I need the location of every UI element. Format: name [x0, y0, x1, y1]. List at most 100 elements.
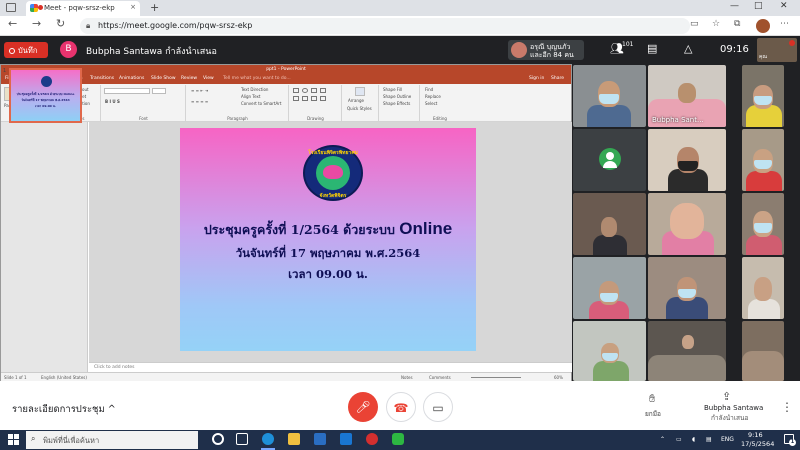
more-options-icon[interactable]: ⋮ [781, 400, 793, 414]
profile-avatar[interactable] [756, 19, 770, 33]
slide-thumbnail-1[interactable]: ประชุมครูครั้งที่ 1/2564 ด้วยระบบ Online… [9, 68, 82, 123]
ppt-share[interactable]: Share [551, 76, 564, 81]
shape-rect-icon[interactable] [293, 88, 299, 93]
raise-hand-icon[interactable]: ✋︎ [649, 392, 655, 406]
participant-tile[interactable] [573, 321, 646, 381]
notification-center-icon[interactable]: 1 [784, 434, 796, 446]
participant-tile[interactable] [573, 129, 646, 191]
status-comments-button[interactable]: Comments [429, 375, 451, 380]
notes-pane[interactable]: Click to add notes [89, 362, 572, 372]
minimize-button[interactable]: — [730, 1, 739, 11]
mic-toggle-button[interactable]: 🎤︎ [348, 392, 378, 422]
font-size-box[interactable] [152, 88, 166, 94]
ppt-sign-in[interactable]: Sign in [529, 76, 544, 81]
close-window-button[interactable]: ✕ [780, 1, 788, 11]
arrange-icon[interactable] [355, 87, 365, 96]
tray-network-icon[interactable]: ▭ [676, 436, 682, 443]
raise-hand-label[interactable]: ยกมือ [645, 409, 661, 419]
ppt-tab-view[interactable]: View [203, 76, 214, 81]
participant-tile[interactable] [648, 321, 726, 381]
participant-tile[interactable] [648, 193, 726, 255]
presenter-name[interactable]: Bubpha Santawa [704, 404, 763, 412]
camera-toggle-button[interactable]: ▭ [423, 392, 453, 422]
cortana-icon[interactable] [212, 433, 224, 445]
align-buttons[interactable]: ≡ ≡ ≡ ≡ [191, 99, 208, 104]
participant-tile[interactable] [648, 129, 726, 191]
text-direction-button[interactable]: Text Direction [241, 87, 268, 92]
back-arrow-icon[interactable]: ← [8, 17, 17, 30]
convert-smartart-button[interactable]: Convert to SmartArt [241, 101, 281, 106]
taskbar-date[interactable]: 17/5/2564 [741, 440, 774, 448]
reload-icon[interactable]: ↻ [56, 17, 65, 30]
zoom-slider[interactable] [471, 377, 521, 378]
bold-button[interactable]: B I U S [105, 99, 120, 104]
ppt-tab-animations[interactable]: Animations [119, 76, 144, 81]
task-view-icon[interactable] [236, 433, 248, 445]
shape-line-icon[interactable] [311, 88, 317, 93]
camera-permission-icon[interactable]: ▭ [690, 19, 699, 29]
bookmark-star-icon[interactable]: ☆ [712, 19, 720, 29]
new-tab-button[interactable]: + [150, 1, 159, 14]
edge-browser-icon[interactable] [262, 433, 274, 445]
address-bar[interactable]: 🔒︎ https://meet.google.com/pqw-srsz-ekp [80, 18, 690, 34]
collections-icon[interactable]: ⧉ [734, 19, 740, 29]
select-button[interactable]: Select [425, 101, 437, 106]
input-language[interactable]: ENG [721, 436, 734, 443]
shape-star-icon[interactable] [311, 96, 317, 101]
taskbar-time[interactable]: 9:16 [748, 431, 763, 439]
shape-triangle-icon[interactable] [293, 96, 299, 101]
replace-button[interactable]: Replace [425, 94, 441, 99]
leave-call-button[interactable]: ☎︎ [386, 392, 416, 422]
taskbar-search-box[interactable]: ⌕ พิมพ์ที่นี่เพื่อค้นหา [26, 431, 198, 449]
participant-tile[interactable] [573, 65, 646, 127]
window-menu-icon[interactable] [6, 3, 16, 12]
ppt-tab-slideshow[interactable]: Slide Show [151, 76, 176, 81]
tray-volume-icon[interactable]: ◖ [692, 436, 695, 443]
shape-fill-button[interactable]: Shape Fill [383, 87, 402, 92]
windows-start-icon[interactable] [8, 434, 19, 445]
line-app-icon[interactable] [392, 433, 404, 445]
store-icon[interactable] [314, 433, 326, 445]
quick-styles-button[interactable]: Quick Styles [347, 106, 372, 111]
self-view-thumbnail[interactable]: คุณ [757, 38, 797, 62]
shape-outline-button[interactable]: Shape Outline [383, 94, 411, 99]
participant-tile[interactable] [742, 257, 784, 319]
tray-keyboard-icon[interactable]: ▤ [706, 436, 712, 443]
participant-tile[interactable] [742, 193, 784, 255]
participant-tile[interactable] [742, 321, 784, 381]
participant-tile[interactable] [573, 193, 646, 255]
participant-tile[interactable] [573, 257, 646, 319]
ppt-tab-transitions[interactable]: Transitions [90, 76, 114, 81]
shape-oval-icon[interactable] [302, 88, 308, 93]
bullets-button[interactable]: ≡ ≡ ⇤ ⇥ [191, 88, 208, 93]
file-explorer-icon[interactable] [288, 433, 300, 445]
find-button[interactable]: Find [425, 87, 433, 92]
ppt-tab-review[interactable]: Review [181, 76, 197, 81]
status-notes-button[interactable]: Notes [401, 375, 413, 380]
font-name-box[interactable] [104, 88, 150, 94]
tray-people-icon[interactable]: ⌃ [660, 436, 665, 443]
current-slide[interactable]: โรงเรียนพิจิตรพิทยาคม จังหวัดพิจิตร ประช… [180, 128, 476, 351]
participant-tile[interactable] [742, 65, 784, 127]
shape-effects-button[interactable]: Shape Effects [383, 101, 410, 106]
shape-brace-icon[interactable] [302, 96, 308, 101]
align-text-button[interactable]: Align Text [241, 94, 260, 99]
present-screen-icon[interactable]: ⇪ [722, 390, 731, 403]
meeting-details-button[interactable]: รายละเอียดการประชุม ^ [12, 402, 116, 417]
chat-icon[interactable]: ▤ [647, 42, 657, 55]
more-menu-icon[interactable]: ⋯ [780, 19, 789, 29]
browser-tab-meet[interactable]: Meet - pqw-srsz-ekp × [26, 1, 140, 16]
arrange-button[interactable]: Arrange [348, 98, 364, 103]
shape-arrow-icon[interactable] [320, 88, 326, 93]
joiners-notification[interactable]: อรุณี บุญนภัว และอีก 84 คน [508, 40, 584, 60]
forward-arrow-icon[interactable]: → [32, 17, 41, 30]
mail-icon[interactable] [340, 433, 352, 445]
recording-button[interactable]: บันทึก [4, 42, 48, 58]
maximize-button[interactable]: □ [754, 1, 763, 11]
tab-close-icon[interactable]: × [130, 3, 136, 11]
participant-tile-bubpha[interactable]: Bubpha Sant... [648, 65, 726, 127]
opera-icon[interactable] [366, 433, 378, 445]
activities-icon[interactable]: △ [684, 42, 692, 55]
shape-callout-icon[interactable] [320, 96, 326, 101]
participant-tile[interactable] [648, 257, 726, 319]
